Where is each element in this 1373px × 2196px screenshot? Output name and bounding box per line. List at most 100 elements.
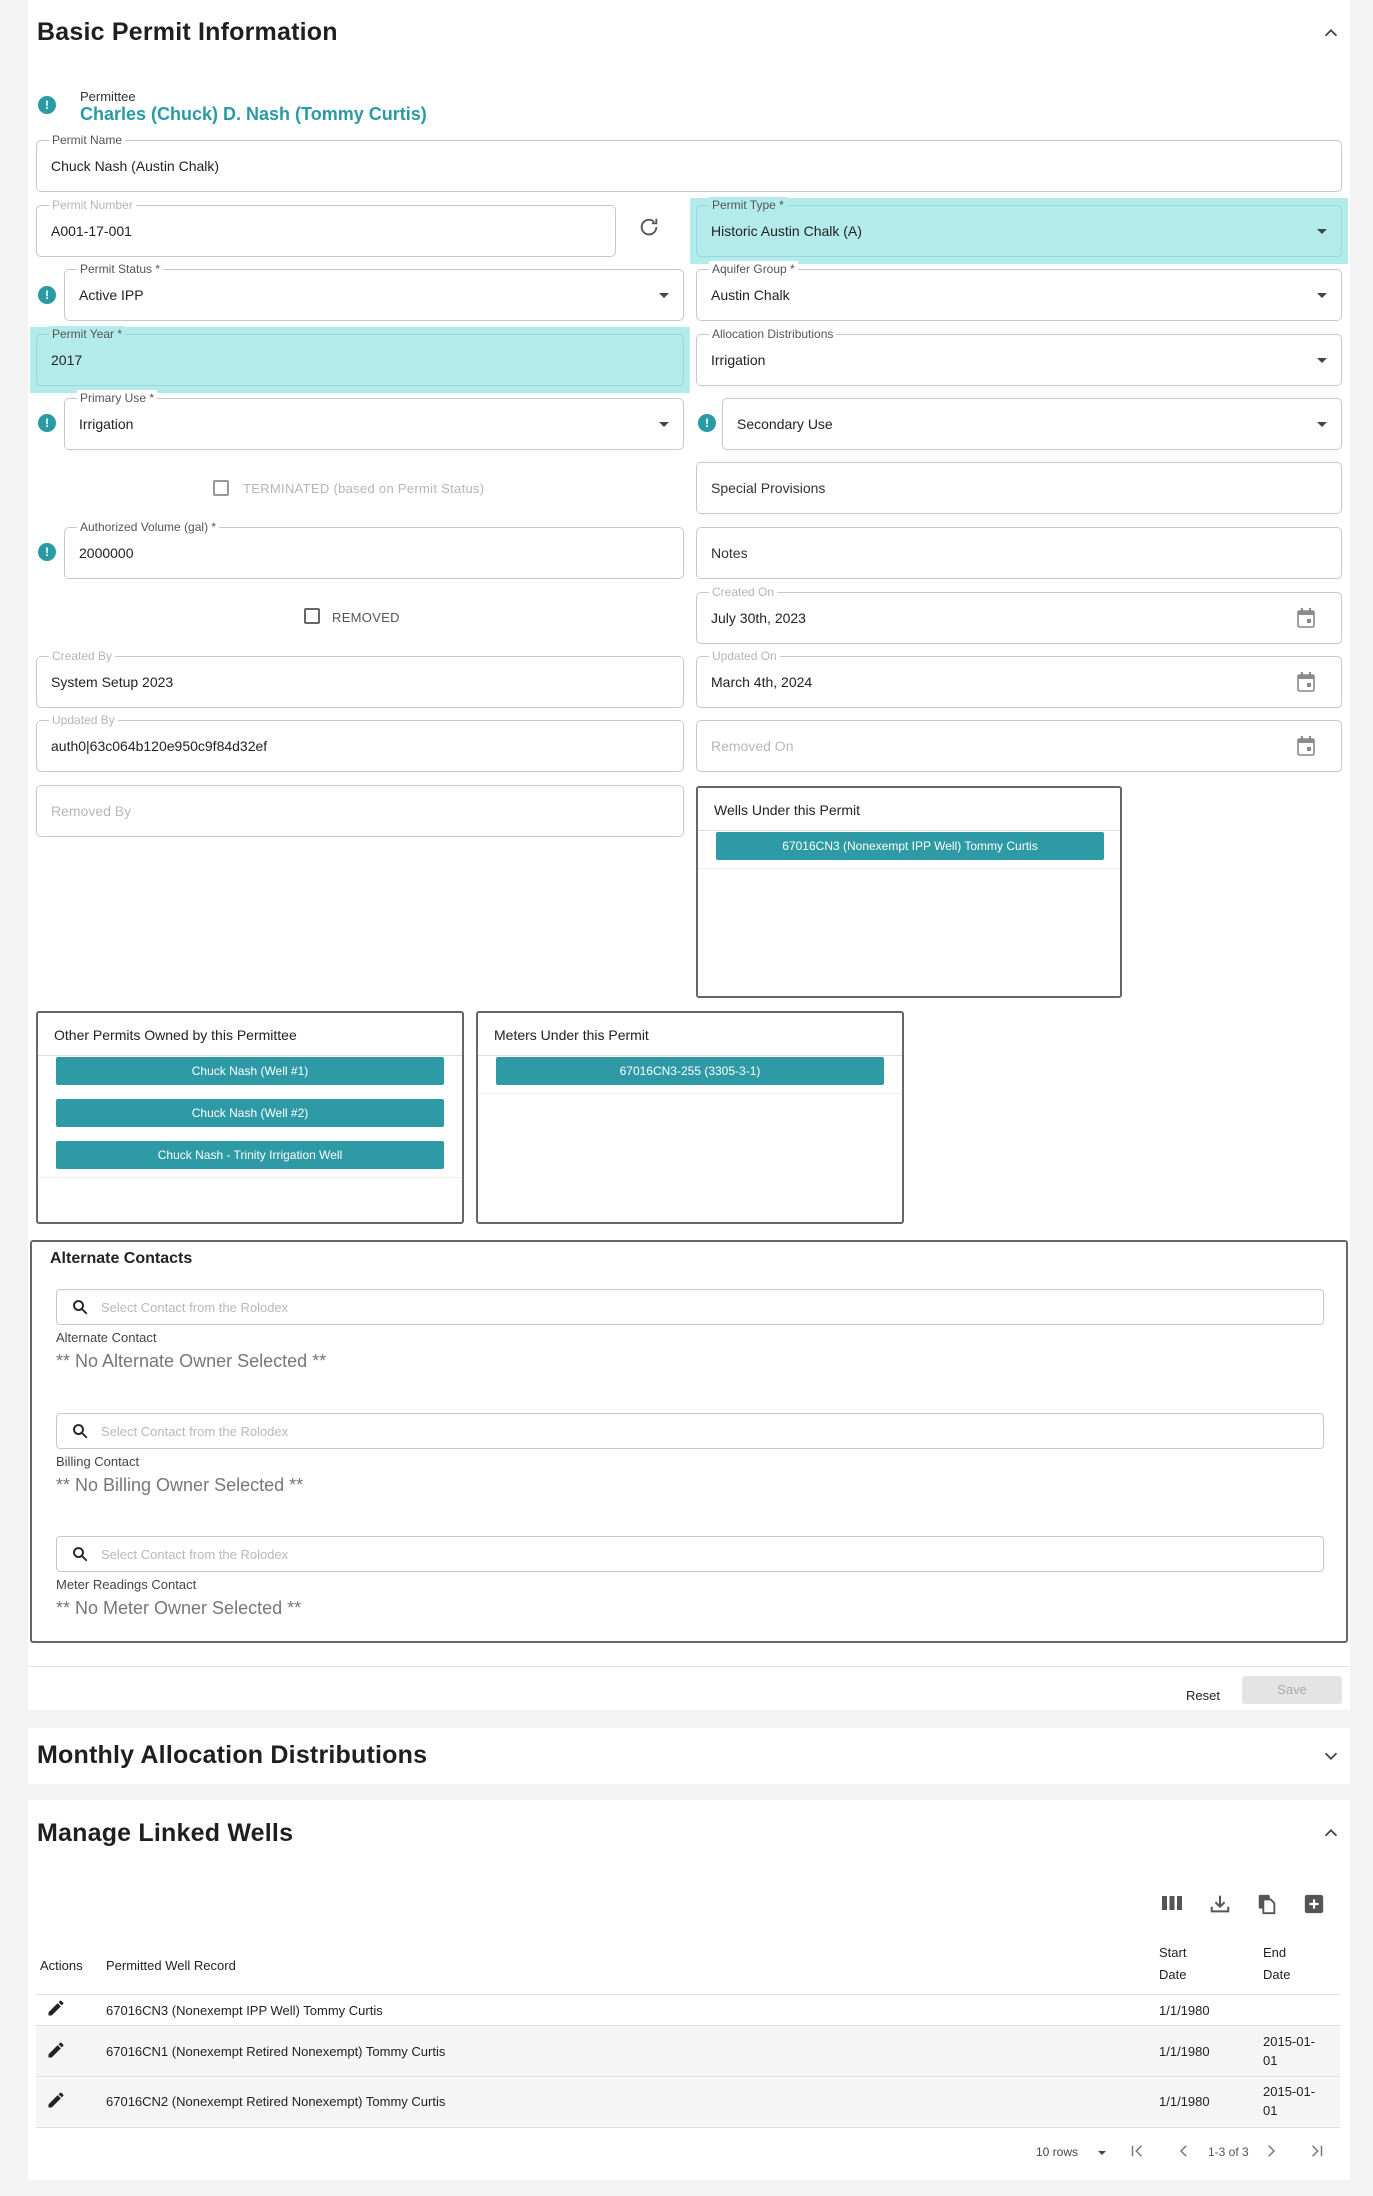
removed-by-field[interactable]: Removed By xyxy=(36,785,684,837)
aquifer-group-select[interactable]: Aquifer Group * Austin Chalk xyxy=(696,261,1342,321)
alternate-contact-label: Alternate Contact xyxy=(56,1330,157,1345)
permittee-info-icon: ! xyxy=(38,96,56,114)
refresh-icon[interactable] xyxy=(638,216,660,238)
allocation-distributions-label: Allocation Distributions xyxy=(709,326,837,342)
monthly-allocation-panel[interactable]: Monthly Allocation Distributions xyxy=(28,1728,1350,1784)
created-on-value: July 30th, 2023 xyxy=(711,610,806,626)
removed-on-field[interactable]: Removed On xyxy=(696,720,1342,772)
alternate-contact-search[interactable]: Select Contact from the Rolodex xyxy=(56,1289,1324,1325)
created-by-value: System Setup 2023 xyxy=(51,674,174,690)
billing-contact-value: ** No Billing Owner Selected ** xyxy=(56,1475,304,1495)
row-end-date-2: 01 xyxy=(1263,2103,1278,2118)
permit-type-select[interactable]: Permit Type * Historic Austin Chalk (A) xyxy=(696,197,1342,257)
chevron-down-icon xyxy=(1317,422,1327,427)
alternate-contact-placeholder: Select Contact from the Rolodex xyxy=(101,1300,289,1315)
download-icon[interactable] xyxy=(1209,1893,1231,1915)
monthly-allocation-title: Monthly Allocation Distributions xyxy=(37,1741,428,1769)
chevron-down-icon xyxy=(1317,358,1327,363)
permit-status-value: Active IPP xyxy=(79,287,144,303)
billing-contact-search[interactable]: Select Contact from the Rolodex xyxy=(56,1413,1324,1449)
created-on-label: Created On xyxy=(709,584,778,600)
billing-contact-label: Billing Contact xyxy=(56,1454,140,1469)
calendar-icon[interactable] xyxy=(1297,672,1315,692)
updated-on-field[interactable]: Updated On March 4th, 2024 xyxy=(696,648,1342,708)
save-button[interactable]: Save xyxy=(1242,1676,1342,1704)
meter-readings-contact-value: ** No Meter Owner Selected ** xyxy=(56,1598,302,1618)
rows-per-page-value: 10 rows xyxy=(1036,2145,1079,2159)
special-provisions-field[interactable]: Special Provisions xyxy=(696,462,1342,514)
notes-placeholder: Notes xyxy=(711,545,748,561)
permit-number-label: Permit Number xyxy=(49,197,136,213)
previous-page-icon[interactable] xyxy=(1175,2142,1193,2160)
allocation-distributions-value: Irrigation xyxy=(711,352,766,368)
primary-use-select[interactable]: Primary Use * Irrigation xyxy=(64,390,684,450)
calendar-icon[interactable] xyxy=(1297,736,1315,756)
chevron-down-icon[interactable] xyxy=(1320,1745,1342,1767)
terminated-checkbox[interactable] xyxy=(213,480,229,496)
authorized-volume-field[interactable]: Authorized Volume (gal) * 2000000 xyxy=(64,519,684,579)
primary-use-value: Irrigation xyxy=(79,416,134,432)
col-start-date-2[interactable]: Date xyxy=(1159,1964,1186,1986)
billing-contact-placeholder: Select Contact from the Rolodex xyxy=(101,1424,289,1439)
rows-per-page-select[interactable]: 10 rows xyxy=(1036,2143,1110,2163)
row-record: 67016CN3 (Nonexempt IPP Well) Tommy Curt… xyxy=(106,2003,383,2018)
col-permitted-well-record[interactable]: Permitted Well Record xyxy=(106,1955,236,1977)
permit-name-field[interactable]: Permit Name Chuck Nash (Austin Chalk) xyxy=(36,132,1342,192)
col-start-date-1[interactable]: Start xyxy=(1159,1942,1186,1964)
edit-icon[interactable] xyxy=(46,1998,66,2018)
permit-year-field[interactable]: Permit Year * 2017 xyxy=(36,326,684,386)
first-page-icon[interactable] xyxy=(1128,2142,1146,2160)
edit-icon[interactable] xyxy=(46,2040,66,2060)
updated-by-field[interactable]: Updated By auth0|63c064b120e950c9f84d32e… xyxy=(36,712,684,772)
copy-icon[interactable] xyxy=(1256,1893,1278,1915)
aquifer-group-label: Aquifer Group * xyxy=(709,261,798,277)
col-end-date-1[interactable]: End xyxy=(1263,1942,1286,1964)
secondary-use-select[interactable]: Secondary Use xyxy=(722,398,1342,450)
authorized-volume-info-icon: ! xyxy=(38,543,56,561)
calendar-icon[interactable] xyxy=(1297,608,1315,628)
permit-number-field[interactable]: Permit Number A001-17-001 xyxy=(36,197,616,257)
created-on-field[interactable]: Created On July 30th, 2023 xyxy=(696,584,1342,644)
permit-year-label: Permit Year * xyxy=(49,326,126,342)
meters-under-permit-box: Meters Under this Permit 67016CN3-255 (3… xyxy=(476,1011,904,1224)
allocation-distributions-select[interactable]: Allocation Distributions Irrigation xyxy=(696,326,1342,386)
other-permit-chip[interactable]: Chuck Nash (Well #2) xyxy=(56,1099,444,1127)
other-permit-chip[interactable]: Chuck Nash (Well #1) xyxy=(56,1057,444,1085)
permit-number-value: A001-17-001 xyxy=(51,223,132,239)
last-page-icon[interactable] xyxy=(1308,2142,1326,2160)
primary-use-label: Primary Use * xyxy=(77,390,158,406)
removed-checkbox[interactable] xyxy=(304,608,320,624)
authorized-volume-value: 2000000 xyxy=(79,545,134,561)
next-page-icon[interactable] xyxy=(1262,2142,1280,2160)
meter-chip[interactable]: 67016CN3-255 (3305-3-1) xyxy=(496,1057,884,1085)
chevron-down-icon xyxy=(659,293,669,298)
meter-readings-contact-search[interactable]: Select Contact from the Rolodex xyxy=(56,1536,1324,1572)
permittee-label: Permittee xyxy=(80,89,136,104)
created-by-field[interactable]: Created By System Setup 2023 xyxy=(36,648,684,708)
permittee-name-link[interactable]: Charles (Chuck) D. Nash (Tommy Curtis) xyxy=(80,104,427,125)
reset-button[interactable]: Reset xyxy=(1170,1682,1236,1710)
row-start-date: 1/1/1980 xyxy=(1159,2003,1210,2018)
updated-by-value: auth0|63c064b120e950c9f84d32ef xyxy=(51,738,268,754)
add-icon[interactable] xyxy=(1303,1893,1325,1915)
permit-type-label: Permit Type * xyxy=(709,197,787,213)
columns-icon[interactable] xyxy=(1161,1893,1183,1913)
meters-box-title: Meters Under this Permit xyxy=(494,1027,649,1043)
well-chip[interactable]: 67016CN3 (Nonexempt IPP Well) Tommy Curt… xyxy=(716,832,1104,860)
row-end-date-1: 2015-01- xyxy=(1263,2034,1316,2049)
other-permits-title: Other Permits Owned by this Permittee xyxy=(54,1027,297,1043)
col-end-date-2[interactable]: Date xyxy=(1263,1964,1290,1986)
permit-status-select[interactable]: Permit Status * Active IPP xyxy=(64,261,684,321)
special-provisions-placeholder: Special Provisions xyxy=(711,480,826,496)
search-icon xyxy=(73,1300,88,1315)
notes-field[interactable]: Notes xyxy=(696,527,1342,579)
other-permit-chip[interactable]: Chuck Nash - Trinity Irrigation Well xyxy=(56,1141,444,1169)
search-icon xyxy=(73,1547,88,1562)
updated-on-label: Updated On xyxy=(709,648,780,664)
chevron-up-icon[interactable] xyxy=(1320,1822,1342,1844)
edit-icon[interactable] xyxy=(46,2090,66,2110)
permit-year-value: 2017 xyxy=(51,352,83,368)
manage-linked-wells-title: Manage Linked Wells xyxy=(37,1819,294,1847)
updated-on-value: March 4th, 2024 xyxy=(711,674,813,690)
chevron-up-icon[interactable] xyxy=(1320,22,1342,44)
